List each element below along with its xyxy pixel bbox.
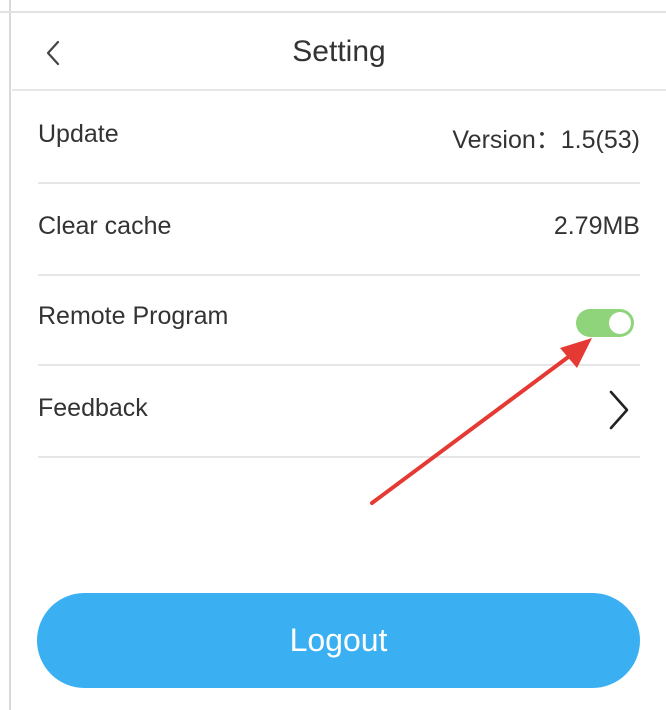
- row-label-clear-cache: Clear cache: [38, 212, 172, 240]
- settings-row-remote-program: Remote Program: [38, 274, 640, 366]
- row-label-update: Update: [38, 120, 119, 148]
- settings-row-clear-cache[interactable]: Clear cache 2.79MB: [38, 184, 640, 276]
- settings-screen: Setting Update Version：1.5(53) Clear cac…: [0, 0, 666, 710]
- row-label-feedback: Feedback: [38, 394, 148, 422]
- cache-size-value: 2.79MB: [553, 212, 640, 240]
- header-bar: Setting: [12, 13, 666, 91]
- logout-button[interactable]: Logout: [37, 593, 640, 688]
- remote-program-toggle[interactable]: [576, 309, 634, 337]
- settings-row-feedback[interactable]: Feedback: [38, 366, 640, 458]
- screen-left-edge: [9, 0, 11, 710]
- settings-row-update[interactable]: Update Version：1.5(53): [38, 92, 640, 184]
- toggle-knob: [609, 312, 631, 334]
- version-value: Version：1.5(53): [452, 126, 640, 154]
- row-label-remote-program: Remote Program: [38, 302, 229, 330]
- chevron-right-icon: [609, 390, 629, 430]
- page-title: Setting: [292, 35, 386, 68]
